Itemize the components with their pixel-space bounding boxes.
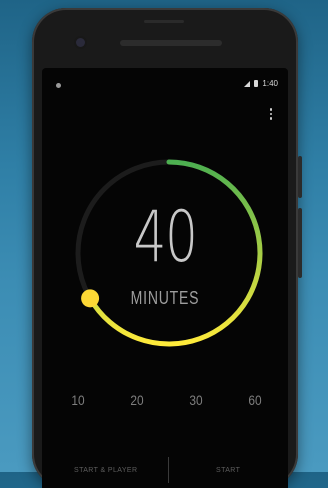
preset-30-button[interactable]: 30 <box>179 392 213 408</box>
start-button[interactable]: START <box>216 467 240 474</box>
front-camera <box>76 38 85 47</box>
earpiece-speaker <box>120 40 222 46</box>
phone-frame: 1:40 40 MINUTES 10 20 30 60 START & PLAY… <box>32 8 302 488</box>
timer-unit-label: MINUTES <box>130 288 200 308</box>
action-bar: START & PLAYER START <box>42 453 288 488</box>
preset-60-button[interactable]: 60 <box>238 392 272 408</box>
volume-button <box>298 208 302 278</box>
top-speaker-grille <box>144 20 184 23</box>
timer-value: 40 <box>133 196 198 278</box>
action-divider <box>168 457 169 483</box>
power-button <box>298 156 302 198</box>
app-screen: 1:40 40 MINUTES 10 20 30 60 START & PLAY… <box>42 68 288 488</box>
preset-10-button[interactable]: 10 <box>61 392 95 408</box>
start-and-player-button[interactable]: START & PLAYER <box>74 467 137 474</box>
timer-dial[interactable] <box>42 68 288 488</box>
preset-20-button[interactable]: 20 <box>120 392 154 408</box>
